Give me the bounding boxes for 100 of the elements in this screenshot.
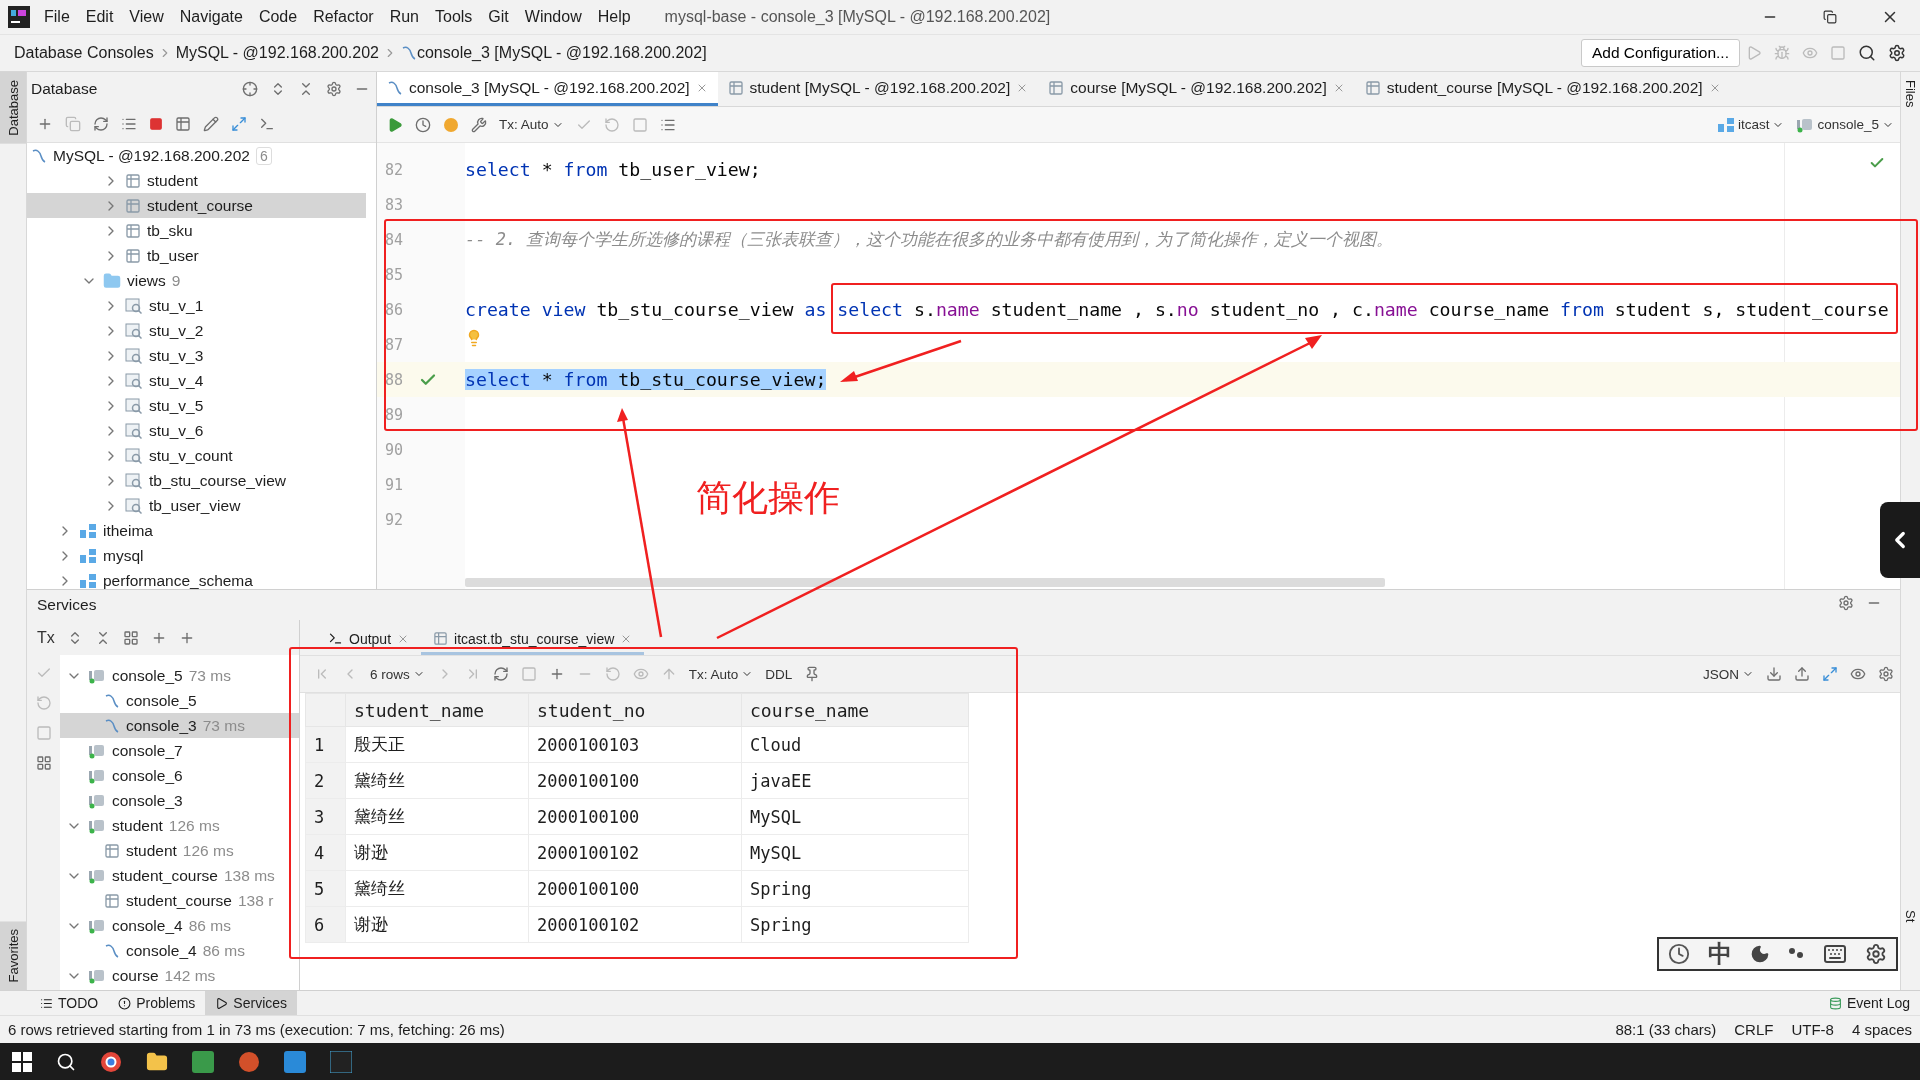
ime-toolbar[interactable]: 中	[1657, 937, 1898, 971]
service-item[interactable]: student_course 138 ms	[60, 863, 299, 888]
structure-side-tab[interactable]: St	[1901, 901, 1920, 930]
breadcrumb-item[interactable]: console_3 [MySQL - @192.168.200.202]	[416, 44, 707, 62]
column-header[interactable]: student_name	[345, 693, 529, 727]
tree-item[interactable]: performance_schema	[27, 568, 366, 589]
transaction-mode-dropdown[interactable]: Tx: Auto	[682, 666, 760, 682]
transaction-mode-dropdown[interactable]: Tx: Auto	[493, 117, 570, 132]
settings-icon[interactable]	[1865, 943, 1888, 965]
service-item[interactable]: console_6	[60, 763, 299, 788]
console-icon	[104, 692, 120, 709]
row-number: 2	[305, 762, 346, 799]
table-icon	[125, 222, 141, 239]
duration-label: 86 ms	[202, 941, 245, 960]
row-number: 6	[305, 906, 346, 943]
tool-window-tab[interactable]: Problems	[108, 991, 206, 1015]
format-dropdown[interactable]: JSON	[1697, 666, 1760, 682]
horizontal-scrollbar[interactable]	[465, 578, 1385, 587]
browser-icon[interactable]	[100, 1050, 122, 1073]
tool-window-tab[interactable]: Services	[205, 991, 298, 1015]
line-number: 89	[384, 405, 405, 424]
ddl-button[interactable]: DDL	[759, 666, 799, 682]
moon-icon[interactable]	[1749, 944, 1770, 964]
editor-tab[interactable]: console_3 [MySQL - @192.168.200.202]	[377, 72, 718, 106]
folder-icon[interactable]	[146, 1050, 168, 1073]
tree-item[interactable]: mysql	[27, 543, 366, 568]
service-item[interactable]: console_3	[60, 788, 299, 813]
tree-item[interactable]: tb_stu_course_view	[27, 468, 366, 493]
app-icon[interactable]	[192, 1050, 214, 1073]
clock-icon[interactable]	[1667, 943, 1690, 965]
service-item[interactable]: student_course 138 r	[60, 888, 299, 913]
files-side-tab[interactable]: Files	[1901, 72, 1920, 116]
windows-start-icon[interactable]	[12, 1051, 32, 1072]
tree-item[interactable]: tb_user	[27, 243, 366, 268]
breadcrumb-item[interactable]: MySQL - @192.168.200.202	[175, 44, 379, 62]
session-icon	[88, 867, 106, 884]
ide-icon[interactable]	[330, 1050, 352, 1073]
menu-item[interactable]: Run	[381, 8, 427, 26]
schema-icon	[1716, 116, 1735, 133]
column-header[interactable]: course_name	[741, 693, 969, 727]
tree-root[interactable]: MySQL - @192.168.200.202 6	[27, 143, 366, 168]
file-encoding[interactable]: UTF-8	[1791, 1021, 1834, 1038]
service-item[interactable]: console_5 73 ms	[60, 663, 299, 688]
tree-item[interactable]: stu_v_6	[27, 418, 366, 443]
menu-item[interactable]: Tools	[427, 8, 481, 26]
editor-tab[interactable]: course [MySQL - @192.168.200.202]	[1038, 72, 1355, 106]
collapse-button[interactable]	[1880, 502, 1920, 578]
tree-item[interactable]: stu_v_2	[27, 318, 366, 343]
service-item[interactable]: console_3 73 ms	[60, 713, 299, 738]
editor-tab[interactable]: student [MySQL - @192.168.200.202]	[717, 72, 1039, 106]
tree-item[interactable]: stu_v_3	[27, 343, 366, 368]
tree-item[interactable]: stu_v_5	[27, 393, 366, 418]
indent-setting[interactable]: 4 spaces	[1851, 1021, 1912, 1038]
menu-item[interactable]: View	[121, 8, 172, 26]
service-item[interactable]: console_4 86 ms	[60, 913, 299, 938]
row-count-dropdown[interactable]: 6 rows	[364, 666, 431, 682]
menu-item[interactable]: Git	[480, 8, 517, 26]
cursor-position[interactable]: 88:1 (33 chars)	[1615, 1021, 1717, 1038]
editor-tab[interactable]: student_course [MySQL - @192.168.200.202]	[1354, 72, 1731, 106]
tree-item-label: stu_v_3	[149, 346, 204, 365]
tool-window-tab[interactable]: TODO	[30, 991, 109, 1015]
service-item[interactable]: console_7	[60, 738, 299, 763]
tree-item[interactable]: student_course	[27, 193, 366, 218]
tree-item[interactable]: itheima	[27, 518, 366, 543]
duration-label: 142 ms	[164, 966, 216, 985]
column-header[interactable]: student_no	[528, 693, 742, 727]
service-item[interactable]: course 142 ms	[60, 963, 299, 988]
menu-item[interactable]: Refactor	[305, 8, 382, 26]
tree-item[interactable]: stu_v_4	[27, 368, 366, 393]
tree-item[interactable]: stu_v_count	[27, 443, 366, 468]
result-tab[interactable]: Output	[316, 625, 422, 655]
menu-item[interactable]: Navigate	[171, 8, 251, 26]
favorites-side-tab[interactable]: Favorites	[0, 920, 26, 990]
input-mode-label[interactable]: 中	[1707, 938, 1732, 970]
menu-item[interactable]: Edit	[77, 8, 122, 26]
app-icon[interactable]	[284, 1050, 306, 1073]
tree-item[interactable]: tb_sku	[27, 218, 366, 243]
menu-item[interactable]: Help	[589, 8, 639, 26]
service-item[interactable]: console_4 86 ms	[60, 938, 299, 963]
tree-item[interactable]: student	[27, 168, 366, 193]
breadcrumb-item[interactable]: Database Consoles	[14, 44, 154, 62]
menu-item[interactable]: Code	[250, 8, 306, 26]
database-side-tab[interactable]: Database	[0, 72, 26, 144]
event-log-button[interactable]: Event Log	[1818, 991, 1920, 1015]
service-item[interactable]: console_5	[60, 688, 299, 713]
search-icon[interactable]	[56, 1051, 76, 1072]
add-configuration-button[interactable]: Add Configuration...	[1581, 39, 1740, 67]
menu-item[interactable]: File	[36, 8, 78, 26]
keyboard-icon[interactable]	[1823, 942, 1848, 966]
line-ending[interactable]: CRLF	[1734, 1021, 1774, 1038]
transaction-button[interactable]: Tx	[31, 628, 61, 647]
line-number: 87	[384, 335, 405, 354]
tree-item[interactable]: views 9	[27, 268, 366, 293]
session-dropdown[interactable]: console_5	[1790, 116, 1900, 133]
menu-item[interactable]: Window	[516, 8, 590, 26]
schema-dropdown[interactable]: itcast	[1710, 116, 1791, 133]
tree-item[interactable]: stu_v_1	[27, 293, 366, 318]
service-item[interactable]: student 126 ms	[60, 838, 299, 863]
service-item[interactable]: student 126 ms	[60, 813, 299, 838]
tree-item[interactable]: tb_user_view	[27, 493, 366, 518]
